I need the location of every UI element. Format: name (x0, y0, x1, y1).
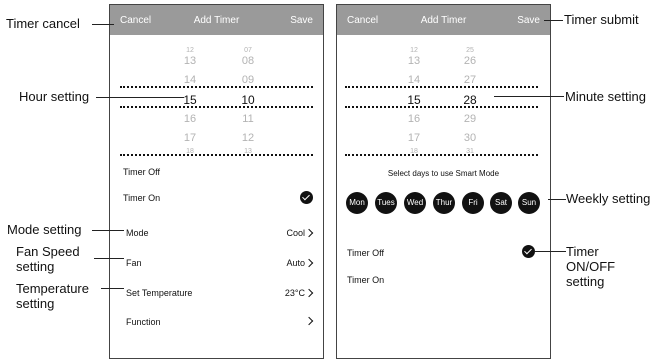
header-bar: Cancel Add Timer Save (337, 5, 550, 35)
leader-line (544, 20, 563, 21)
minute-option[interactable]: 07 (228, 47, 268, 54)
picker-divider (345, 86, 538, 88)
timer-screen-left: Cancel Add Timer Save 12 13 14 15 16 17 … (109, 4, 324, 359)
minute-option[interactable]: 12 (228, 132, 268, 144)
chevron-right-icon (304, 258, 314, 268)
hour-option[interactable]: 12 (170, 47, 210, 54)
leader-line (494, 96, 564, 97)
minute-option[interactable]: 11 (228, 113, 268, 125)
chevron-right-icon (304, 228, 314, 238)
day-toggle-fri[interactable]: Fri (462, 192, 484, 214)
day-toggle-sun[interactable]: Sun (518, 192, 540, 214)
day-toggle-mon[interactable]: Mon (346, 192, 368, 214)
selected-minute[interactable]: 28 (450, 93, 490, 107)
mode-value: Cool (286, 228, 305, 238)
minute-option[interactable]: 26 (450, 55, 490, 67)
picker-divider (120, 86, 313, 88)
hour-option[interactable]: 16 (394, 113, 434, 125)
picker-divider (345, 154, 538, 156)
picker-divider (120, 154, 313, 156)
picker-divider (345, 106, 538, 108)
hour-option[interactable]: 17 (394, 132, 434, 144)
selected-hour[interactable]: 15 (170, 93, 210, 107)
chevron-right-icon (304, 288, 314, 298)
hour-option[interactable]: 13 (170, 55, 210, 67)
temperature-value: 23°C (284, 288, 305, 298)
timer-off-option[interactable]: Timer Off (123, 167, 160, 177)
leader-line (94, 258, 124, 259)
check-icon (522, 245, 535, 258)
function-label: Function (126, 317, 161, 327)
minute-option[interactable]: 29 (450, 113, 490, 125)
fan-value: Auto (286, 258, 305, 268)
annotation-label: Weekly setting (566, 191, 651, 206)
annotation-label: Timer submit (564, 12, 639, 27)
minute-option[interactable]: 09 (228, 74, 268, 86)
annotation-label: Temperature setting (16, 281, 89, 311)
mode-label: Mode (126, 228, 149, 238)
hour-option[interactable]: 14 (394, 74, 434, 86)
timer-on-option[interactable]: Timer On (123, 193, 160, 203)
selected-minute[interactable]: 10 (228, 93, 268, 107)
minute-option[interactable]: 08 (228, 55, 268, 67)
day-toggle-sat[interactable]: Sat (490, 192, 512, 214)
save-button[interactable]: Save (517, 15, 540, 26)
timer-off-option[interactable]: Timer Off (347, 248, 384, 258)
hour-option[interactable]: 12 (394, 47, 434, 54)
check-icon (300, 191, 313, 204)
header-bar: Cancel Add Timer Save (110, 5, 323, 35)
annotation-label: Timer cancel (6, 16, 80, 31)
save-button[interactable]: Save (290, 15, 313, 26)
timer-screen-right: Cancel Add Timer Save 12 13 14 15 16 17 … (336, 4, 551, 359)
annotation-label: Mode setting (7, 222, 82, 237)
hour-option[interactable]: 16 (170, 113, 210, 125)
hour-option[interactable]: 13 (394, 55, 434, 67)
timer-on-option[interactable]: Timer On (347, 275, 384, 285)
chevron-right-icon (304, 316, 314, 326)
leader-line (535, 251, 566, 252)
hour-option[interactable]: 17 (170, 132, 210, 144)
minute-option[interactable]: 30 (450, 132, 490, 144)
annotation-label: Hour setting (19, 89, 90, 104)
fan-label: Fan (126, 258, 142, 268)
leader-line (101, 288, 124, 289)
picker-divider (120, 106, 313, 108)
day-toggle-wed[interactable]: Wed (404, 192, 426, 214)
minute-option[interactable]: 25 (450, 47, 490, 54)
smart-mode-note: Select days to use Smart Mode (387, 169, 500, 178)
leader-line (96, 97, 184, 98)
annotation-label: Fan Speed setting (16, 244, 80, 274)
annotation-label: Timer ON/OFF setting (566, 244, 616, 289)
leader-line (92, 24, 114, 25)
temperature-label: Set Temperature (126, 288, 193, 298)
selected-hour[interactable]: 15 (394, 93, 434, 107)
day-toggle-thur[interactable]: Thur (433, 192, 455, 214)
leader-line (92, 230, 124, 231)
day-toggle-tues[interactable]: Tues (375, 192, 397, 214)
leader-line (548, 199, 566, 200)
hour-option[interactable]: 14 (170, 74, 210, 86)
minute-option[interactable]: 27 (450, 74, 490, 86)
annotation-label: Minute setting (565, 89, 646, 104)
